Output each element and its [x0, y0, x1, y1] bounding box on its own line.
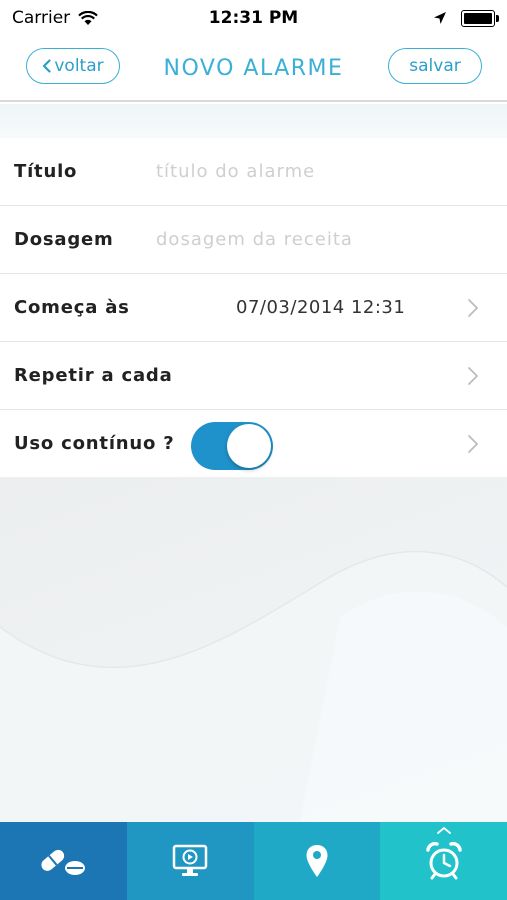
tab-videos[interactable] — [126, 822, 254, 900]
continuous-use-row[interactable]: Uso contínuo ? — [0, 410, 507, 478]
alarm-clock-icon — [425, 841, 462, 880]
carrier-label: Carrier — [12, 8, 71, 28]
chevron-up-icon — [436, 827, 451, 834]
dosage-label: Dosagem — [14, 229, 114, 250]
chevron-right-icon — [468, 299, 478, 317]
title-row: Título — [0, 138, 507, 206]
repeat-row[interactable]: Repetir a cada — [0, 342, 507, 410]
start-time-label: Começa às — [14, 297, 130, 318]
continuous-use-toggle[interactable] — [191, 422, 273, 470]
status-left: Carrier — [12, 8, 98, 28]
chevron-right-icon — [468, 367, 478, 385]
repeat-label: Repetir a cada — [14, 365, 173, 386]
wifi-icon — [78, 10, 98, 25]
monitor-play-icon — [172, 844, 208, 876]
background-wave — [0, 550, 507, 822]
tab-bar — [0, 822, 507, 900]
tab-alarms[interactable] — [380, 822, 507, 900]
chevron-right-icon — [468, 435, 478, 453]
status-right — [433, 9, 499, 27]
save-button-label: salvar — [409, 56, 461, 76]
save-button[interactable]: salvar — [388, 48, 482, 84]
title-label: Título — [14, 161, 78, 182]
top-band — [0, 104, 507, 138]
tab-medications[interactable] — [0, 822, 127, 900]
dosage-row: Dosagem — [0, 206, 507, 274]
title-input[interactable] — [156, 161, 476, 182]
location-arrow-icon — [434, 12, 446, 24]
status-time: 12:31 PM — [208, 8, 299, 28]
start-time-row[interactable]: Começa às 07/03/2014 12:31 — [0, 274, 507, 342]
dosage-input[interactable] — [156, 229, 476, 250]
continuous-use-label: Uso contínuo ? — [14, 433, 175, 454]
tab-locations[interactable] — [253, 822, 381, 900]
status-bar: Carrier 12:31 PM — [0, 0, 507, 36]
background-area — [0, 477, 507, 822]
nav-bar: voltar NOVO ALARME salvar — [0, 36, 507, 102]
pills-icon — [41, 849, 86, 875]
map-pin-icon — [306, 845, 328, 877]
start-time-value: 07/03/2014 12:31 — [236, 297, 406, 318]
toggle-knob — [227, 424, 271, 468]
alarm-form: Título Dosagem Começa às 07/03/2014 12:3… — [0, 138, 507, 478]
battery-icon — [461, 9, 499, 27]
